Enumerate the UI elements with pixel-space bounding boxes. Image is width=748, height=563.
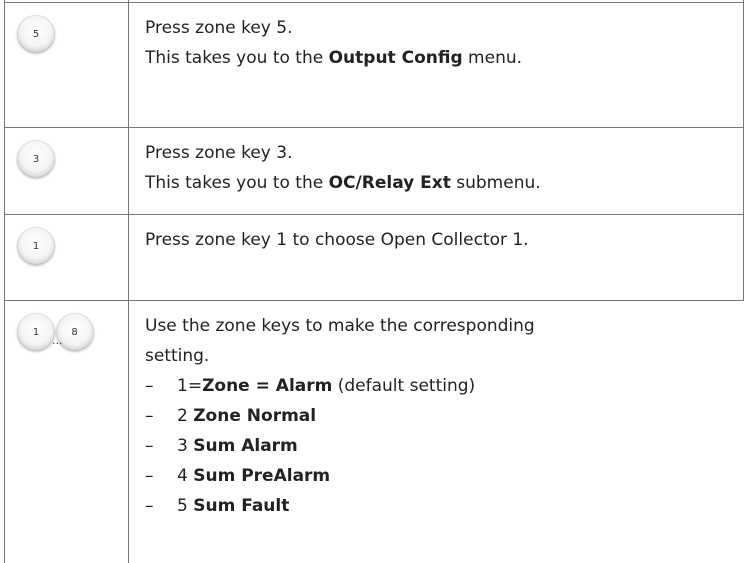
key-group: 1 (17, 227, 55, 265)
step-text: Use the zone keys to make the correspond… (145, 311, 735, 521)
menu-name: Output Config (328, 48, 463, 68)
option-item: –5 Sum Fault (145, 491, 735, 521)
option-item: –1=Zone = Alarm (default setting) (145, 371, 735, 401)
bullet-dash: – (145, 406, 154, 426)
step-line: This takes you to the Output Config menu… (145, 48, 523, 68)
bullet-dash: – (145, 466, 154, 486)
zone-key-3-icon: 3 (17, 140, 55, 178)
bullet-dash: – (145, 436, 154, 456)
option-item: –3 Sum Alarm (145, 431, 735, 461)
submenu-name: OC/Relay Ext (328, 173, 451, 193)
instruction-table: 5 Press zone key 5. This takes you to th… (0, 0, 748, 563)
step-text: Press zone key 3. This takes you to the … (145, 138, 735, 198)
key-range-separator: ... (52, 334, 63, 347)
bullet-dash: – (145, 496, 154, 516)
step-line: This takes you to the OC/Relay Ext subme… (145, 173, 541, 193)
step-text: Press zone key 1 to choose Open Collecto… (145, 225, 735, 255)
table-row: 1 Press zone key 1 to choose Open Collec… (5, 215, 744, 300)
key-group: 5 (17, 15, 55, 53)
zone-key-5-icon: 5 (17, 15, 55, 53)
zone-key-1-icon: 1 (17, 227, 55, 265)
option-item: –4 Sum PreAlarm (145, 461, 735, 491)
bullet-dash: – (145, 376, 154, 396)
table-row: 5 Press zone key 5. This takes you to th… (5, 3, 744, 127)
step-line: Press zone key 1 to choose Open Collecto… (145, 230, 529, 250)
zone-key-1-icon: 1 (17, 313, 55, 351)
step-line: Use the zone keys to make the correspond… (145, 316, 535, 336)
table-row: 3 Press zone key 3. This takes you to th… (5, 128, 744, 214)
key-group: 1 ... 8 (17, 313, 94, 351)
step-line: Press zone key 5. (145, 18, 293, 38)
table-row: 1 ... 8 Use the zone keys to make the co… (5, 301, 744, 563)
step-line: setting. (145, 346, 210, 366)
step-line: Press zone key 3. (145, 143, 293, 163)
key-group: 3 (17, 140, 55, 178)
option-item: –2 Zone Normal (145, 401, 735, 431)
step-text: Press zone key 5. This takes you to the … (145, 13, 735, 73)
